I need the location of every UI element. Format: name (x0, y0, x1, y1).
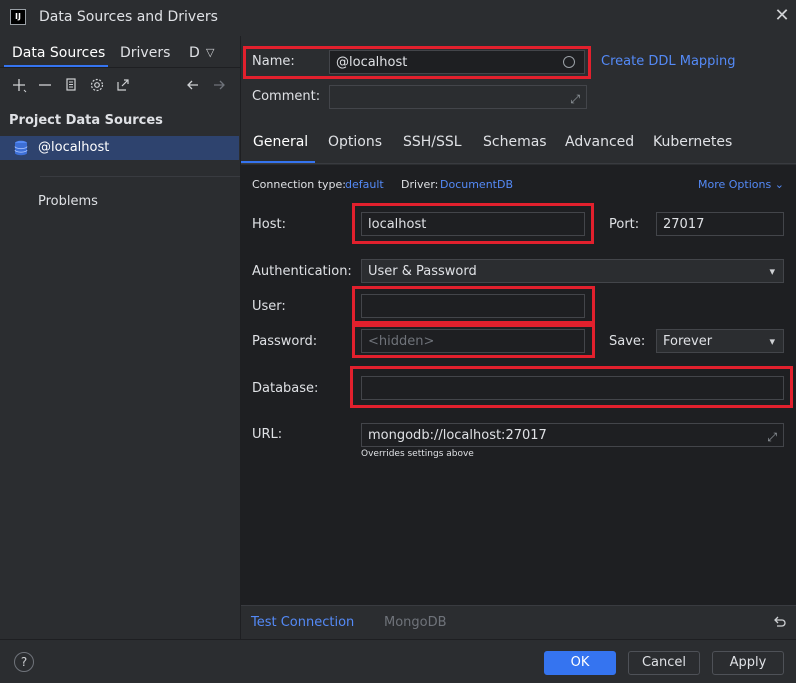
forward-arrow-icon[interactable] (210, 76, 228, 94)
connection-type-link[interactable]: default (345, 178, 384, 191)
create-ddl-mapping-link[interactable]: Create DDL Mapping (601, 54, 736, 69)
copy-icon[interactable] (62, 76, 80, 94)
settings-gear-icon[interactable] (88, 76, 106, 94)
tab-advanced[interactable]: Advanced (565, 134, 634, 150)
save-label: Save: (609, 334, 646, 349)
more-options-label: More Options (698, 178, 772, 191)
expand-icon[interactable]: ⤢ (767, 425, 777, 449)
port-field-value: 27017 (663, 217, 705, 232)
expand-icon[interactable]: ⤢ (570, 87, 580, 111)
authentication-select-value: User & Password (368, 264, 477, 279)
highlight-box-user (352, 286, 595, 324)
port-label: Port: (609, 217, 640, 232)
highlight-box-database (350, 366, 793, 408)
test-connection-link[interactable]: Test Connection (251, 615, 354, 630)
remove-icon[interactable] (36, 76, 54, 94)
connection-type-label: Connection type: (252, 178, 347, 191)
database-label: Database: (252, 381, 319, 396)
driver-link[interactable]: DocumentDB (440, 178, 513, 191)
url-field[interactable]: mongodb://localhost:27017 ⤢ (361, 423, 784, 447)
url-field-value: mongodb://localhost:27017 (368, 428, 547, 443)
help-icon[interactable]: ? (14, 652, 34, 672)
tab-options[interactable]: Options (328, 134, 382, 150)
project-data-sources-heading: Project Data Sources (9, 113, 163, 128)
tab-drivers[interactable]: Drivers (120, 45, 170, 61)
highlight-box-host (352, 203, 594, 244)
save-select[interactable]: Forever ▾ (656, 329, 784, 353)
host-label: Host: (252, 217, 286, 232)
problems-item[interactable]: Problems (38, 194, 98, 209)
tab-kubernetes[interactable]: Kubernetes (653, 134, 732, 150)
ok-button[interactable]: OK (544, 651, 616, 675)
url-hint: Overrides settings above (361, 449, 474, 459)
highlight-box-name (243, 46, 591, 79)
chevron-down-icon: ⌄ (774, 178, 784, 191)
list-item-localhost[interactable] (0, 136, 239, 160)
list-item-label: @localhost (38, 140, 110, 155)
port-field[interactable]: 27017 (656, 212, 784, 236)
app-logo-icon: IJ (10, 9, 26, 25)
chevron-down-icon: ▾ (769, 265, 775, 278)
more-options-link[interactable]: More Options ⌄ (698, 178, 784, 191)
cancel-button[interactable]: Cancel (628, 651, 700, 675)
tab-ssh-ssl[interactable]: SSH/SSL (403, 134, 462, 150)
authentication-select[interactable]: User & Password ▾ (361, 259, 784, 283)
tab-data-sources[interactable]: Data Sources (12, 45, 105, 61)
sidebar-divider (40, 176, 240, 177)
add-icon[interactable] (10, 76, 28, 94)
close-icon[interactable]: ✕ (772, 6, 792, 26)
back-arrow-icon[interactable] (184, 76, 202, 94)
url-label: URL: (252, 427, 283, 442)
database-icon (14, 140, 28, 156)
tab-more-truncated[interactable]: D (189, 45, 200, 61)
password-label: Password: (252, 334, 318, 349)
sidebar-tabs-divider (0, 67, 240, 68)
tabs-overflow-chevron-icon[interactable]: ▽ (206, 46, 214, 59)
tab-schemas[interactable]: Schemas (483, 134, 547, 150)
apply-button[interactable]: Apply (712, 651, 784, 675)
comment-field[interactable]: ⤢ (329, 85, 587, 109)
highlight-box-password (352, 324, 595, 358)
window-title: Data Sources and Drivers (39, 9, 218, 25)
driver-label: Driver: (401, 178, 439, 191)
authentication-label: Authentication: (252, 264, 352, 279)
revert-icon[interactable] (770, 613, 788, 635)
chevron-down-icon: ▾ (769, 335, 775, 348)
open-external-icon[interactable] (114, 76, 132, 94)
driver-name-label: MongoDB (384, 615, 447, 630)
user-label: User: (252, 299, 286, 314)
comment-label: Comment: (252, 89, 321, 104)
save-select-value: Forever (663, 334, 713, 349)
tab-general[interactable]: General (253, 134, 308, 150)
tabs-divider (241, 163, 796, 164)
